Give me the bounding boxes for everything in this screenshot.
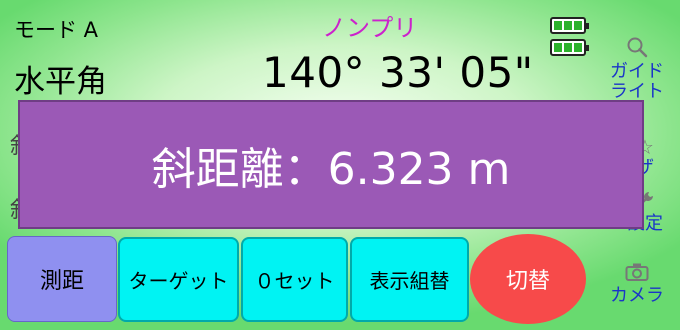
horizontal-angle-label: 水平角 xyxy=(14,64,107,100)
battery-icon xyxy=(550,17,589,34)
display-rearrange-button[interactable]: 表示組替 xyxy=(350,237,469,322)
guide-light-label-line1: ガイド xyxy=(610,61,664,82)
horizontal-angle-value: 140° 33' 05" xyxy=(262,48,534,97)
slope-distance-overlay: 斜距離：6.323 m xyxy=(18,100,644,229)
guide-light-button[interactable]: ガイド ライト xyxy=(594,36,680,102)
camera-button[interactable]: カメラ xyxy=(594,262,680,306)
battery-icon xyxy=(550,39,589,56)
search-icon xyxy=(594,36,680,62)
camera-label: カメラ xyxy=(610,285,664,306)
slope-distance-text: 斜距離：6.323 m xyxy=(151,143,511,195)
switch-button[interactable]: 切替 xyxy=(470,234,586,324)
guide-light-label-line2: ライト xyxy=(610,81,664,102)
target-button[interactable]: ターゲット xyxy=(118,237,239,322)
measure-button[interactable]: 測距 xyxy=(7,236,117,322)
prism-mode-label: ノンプリ xyxy=(322,14,418,42)
zero-set-button[interactable]: ０セット xyxy=(241,237,348,322)
camera-icon xyxy=(594,262,680,286)
mode-label: モード A xyxy=(14,18,99,42)
